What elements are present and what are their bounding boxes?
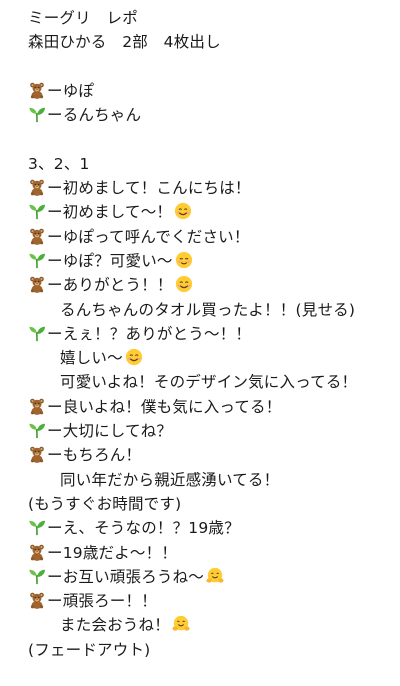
line-text: るんちゃんのタオル買ったよ！！(見せる) (60, 300, 356, 319)
line-text: また会おうね！ (60, 616, 170, 635)
line-text: ー19歳だよ〜！！ (47, 543, 178, 562)
line-text: ーゆぽ (47, 81, 95, 100)
line-text: 同い年だから親近感湧いてる！ (60, 470, 280, 489)
line-text: ーありがとう！！ (47, 276, 173, 295)
line-text: ー大切にしてね？ (47, 422, 173, 441)
message-line: (もうすぐお時間です) (28, 492, 400, 516)
seedling-icon (28, 202, 46, 220)
hugging-face-icon (206, 567, 224, 585)
bear-icon (28, 591, 46, 609)
seedling-icon (28, 567, 46, 585)
line-text: ーゆぽって呼んでください！ (47, 227, 250, 246)
message-line: るんちゃんのタオル買ったよ！！(見せる) (28, 298, 400, 322)
message-line: ミーグリ レポ (28, 6, 400, 30)
relieved-face-icon (175, 251, 193, 269)
line-text: ー初めまして〜！ (47, 203, 173, 222)
line-text: ミーグリ レポ (28, 9, 138, 27)
message-line: ーゆぽ (28, 79, 400, 103)
line-text: (もうすぐお時間です) (28, 494, 182, 513)
message-line: ーゆぽ？可愛い〜 (28, 249, 400, 273)
message-line: ーえぇ！？ありがとう〜！！ (28, 322, 400, 346)
message-line: ー大切にしてね？ (28, 419, 400, 443)
bear-icon (28, 81, 46, 99)
bear-icon (28, 397, 46, 415)
line-text: ー良いよね！僕も気に入ってる！ (47, 397, 282, 416)
message-line: ーもちろん！ (28, 443, 400, 467)
line-text: ーゆぽ？可愛い〜 (47, 251, 173, 270)
seedling-icon (28, 421, 46, 439)
smiling-face-icon (125, 348, 143, 366)
message-line: ーゆぽって呼んでください！ (28, 225, 400, 249)
message-line: ー頑張ろー！！ (28, 589, 400, 613)
message-line: ー初めまして！こんにちは！ (28, 176, 400, 200)
message-line: (フェードアウト) (28, 638, 400, 662)
message-line: 嬉しい〜 (28, 346, 400, 370)
bear-icon (28, 275, 46, 294)
smiling-face-icon (175, 275, 193, 293)
message-line: また会おうね！ (28, 613, 400, 637)
line-text: 可愛いよね！そのデザイン気に入ってる！ (60, 373, 358, 392)
seedling-icon (28, 324, 46, 342)
line-text: ーえ、そうなの！？19歳？ (47, 519, 240, 538)
line-text: 森田ひかる 2部 4枚出し (28, 33, 221, 52)
bear-icon (28, 543, 46, 561)
message-line: 森田ひかる 2部 4枚出し (28, 30, 400, 54)
seedling-icon (28, 105, 46, 123)
bear-icon (28, 178, 46, 196)
line-text: ーえぇ！？ありがとう〜！！ (47, 324, 252, 343)
seedling-icon (28, 251, 46, 269)
line-text: 3、2、1 (28, 154, 90, 173)
message-line: 同い年だから親近感湧いてる！ (28, 468, 400, 492)
smiling-face-icon (174, 202, 192, 220)
message-line: 可愛いよね！そのデザイン気に入ってる！ (28, 370, 400, 394)
line-text: ーるんちゃん (47, 106, 142, 125)
line-text: ーお互い頑張ろうね〜 (47, 567, 205, 586)
line-text: (フェードアウト) (28, 640, 151, 659)
bear-icon (28, 445, 46, 464)
line-text: ーもちろん！ (47, 446, 142, 465)
line-text: ー初めまして！こんにちは！ (47, 179, 251, 198)
hugging-face-icon (172, 615, 190, 633)
message-line: ー良いよね！僕も気に入ってる！ (28, 395, 400, 419)
line-text: ー頑張ろー！！ (47, 592, 157, 611)
note-body: ミーグリ レポ森田ひかる 2部 4枚出しーゆぽーるんちゃん 3、2、1 ー初めまして… (0, 0, 400, 662)
message-line: ー初めまして〜！ (28, 200, 400, 224)
message-line: ーありがとう！！ (28, 273, 400, 297)
message-line: 3、2、1 (28, 152, 400, 176)
message-line: ーお互い頑張ろうね〜 (28, 565, 400, 589)
message-line: ーえ、そうなの！？19歳？ (28, 516, 400, 540)
message-line: ーるんちゃん (28, 103, 400, 127)
seedling-icon (28, 518, 46, 536)
bear-icon (28, 227, 46, 245)
line-text: 嬉しい〜 (60, 349, 123, 368)
message-line: ー19歳だよ〜！！ (28, 541, 400, 565)
